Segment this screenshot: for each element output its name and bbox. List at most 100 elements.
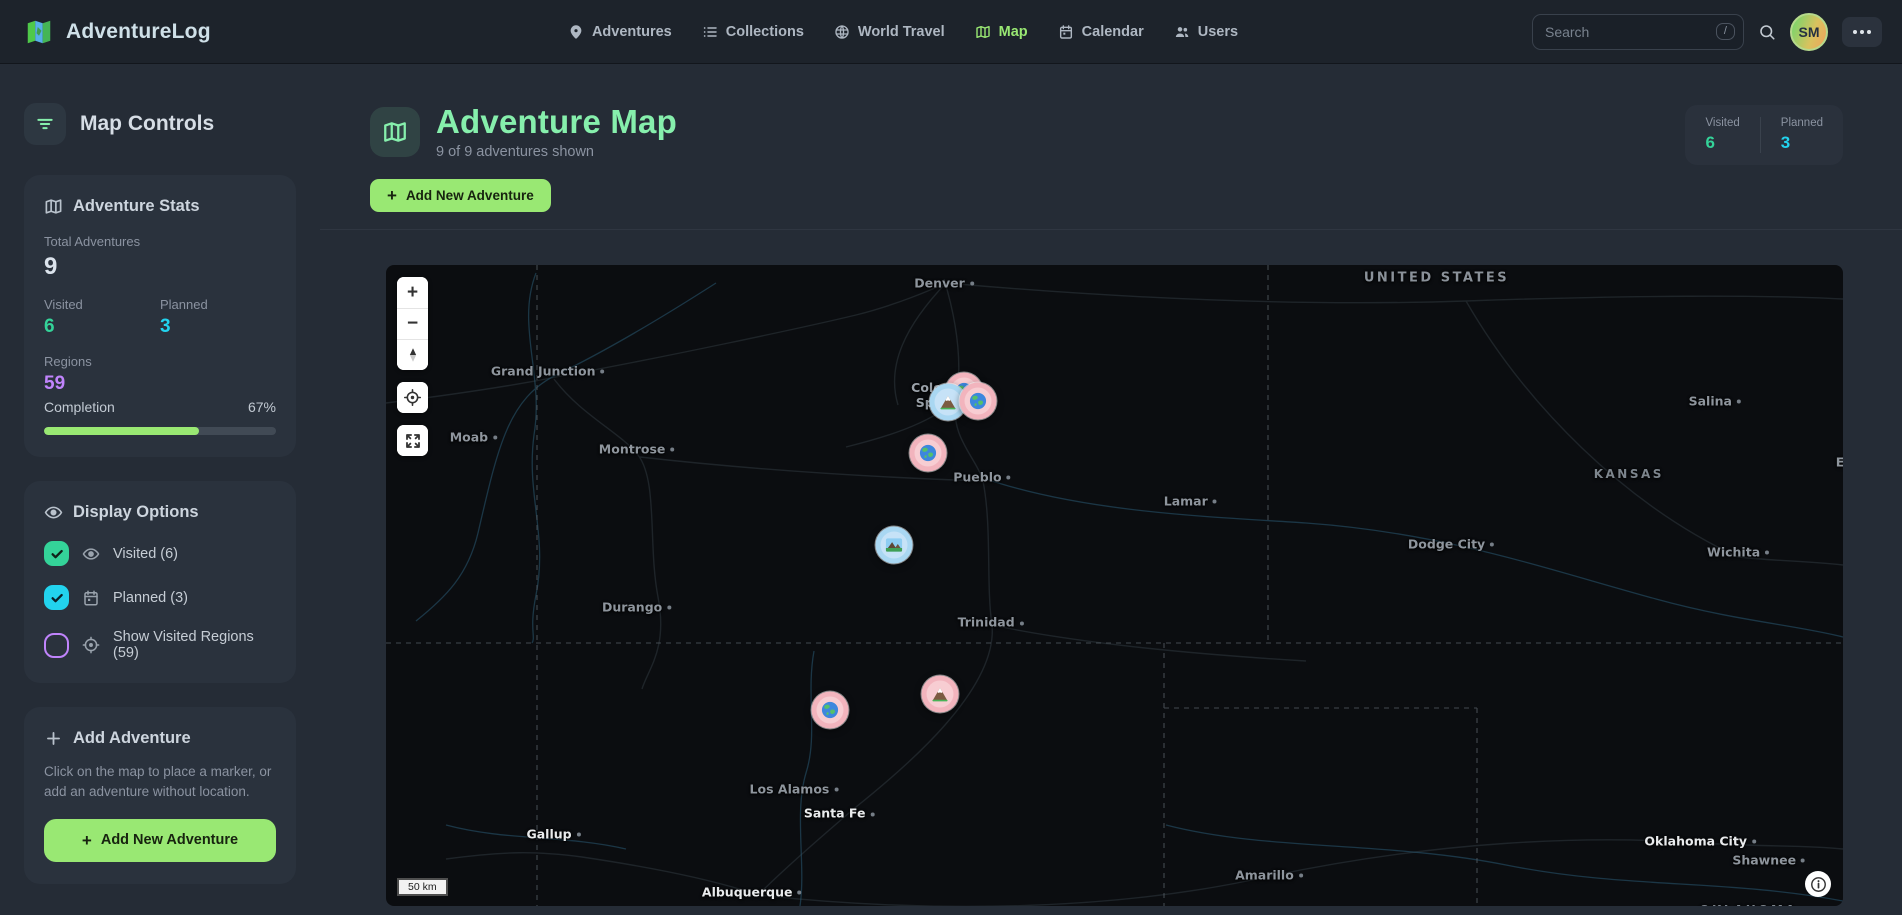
stats-card-title: Adventure Stats	[73, 197, 200, 216]
total-adventures-label: Total Adventures	[44, 234, 276, 249]
attribution-button[interactable]	[1805, 871, 1831, 897]
zoom-in-button[interactable]: +	[397, 277, 428, 308]
toggle-planned[interactable]: Planned (3)	[44, 585, 276, 610]
add-new-adventure-button-sidebar[interactable]: + Add New Adventure	[44, 819, 276, 862]
map-label: Amarillo	[1235, 867, 1303, 882]
eye-icon	[82, 545, 100, 563]
search-icon	[1758, 23, 1776, 41]
compass-icon	[404, 346, 422, 364]
add-new-adventure-button[interactable]: + Add New Adventure	[370, 179, 551, 212]
calendar-icon	[1058, 24, 1074, 40]
search-shortcut-kbd: /	[1716, 23, 1735, 40]
add-adventure-card: Add Adventure Click on the map to place …	[24, 707, 296, 884]
nav-item-world-travel[interactable]: World Travel	[834, 24, 945, 40]
locate-button[interactable]	[397, 382, 428, 413]
locate-icon	[403, 388, 422, 407]
info-icon	[1810, 876, 1827, 893]
map-marker-globe[interactable]	[959, 382, 996, 419]
counter-planned-label: Planned	[1781, 117, 1823, 129]
map-label: Moab	[450, 429, 497, 444]
map-icon	[382, 119, 408, 145]
globe-icon	[834, 24, 850, 40]
main-content: Adventure Map 9 of 9 adventures shown Vi…	[320, 64, 1902, 915]
calendar-icon	[82, 589, 100, 607]
map-label: Gallup	[526, 826, 580, 841]
map-label: Grand Junction	[491, 363, 605, 378]
visited-checkbox[interactable]	[44, 541, 69, 566]
geolocate-control	[397, 382, 428, 413]
app-logo-icon	[24, 17, 54, 47]
toggle-visited[interactable]: Visited (6)	[44, 541, 276, 566]
filter-icon	[35, 114, 55, 134]
national-park-emoji-icon	[885, 536, 904, 555]
map-label: Los Alamos	[750, 781, 839, 796]
regions-label: Regions	[44, 354, 276, 369]
toggle-visited-regions[interactable]: Show Visited Regions (59)	[44, 629, 276, 661]
map-icon	[44, 197, 63, 216]
completion-value: 67%	[248, 399, 276, 415]
globe-emoji-icon	[968, 391, 987, 410]
mountain-emoji-icon	[930, 684, 949, 703]
filter-button[interactable]	[24, 103, 66, 145]
list-icon	[702, 24, 718, 40]
map-canvas[interactable]: UNITED STATESDenverGrand JunctionSalinaC…	[386, 265, 1843, 906]
visited-value: 6	[44, 316, 160, 338]
add-adventure-title: Add Adventure	[73, 729, 191, 748]
navbar: AdventureLog Adventures Collections Worl…	[0, 0, 1902, 64]
map-icon	[975, 24, 991, 40]
regions-value: 59	[44, 373, 276, 395]
counter-visited-value: 6	[1705, 133, 1739, 153]
app-title: AdventureLog	[66, 20, 211, 44]
sidebar: Map Controls Adventure Stats Total Adven…	[0, 64, 320, 915]
visited-label: Visited	[44, 297, 160, 312]
overflow-menu-button[interactable]	[1842, 17, 1882, 47]
map-label: Wichita	[1707, 544, 1769, 559]
map-label: Salina	[1689, 393, 1741, 408]
search-input[interactable]	[1545, 24, 1716, 40]
map-label: Pueblo	[953, 469, 1010, 484]
map-label: Oklahoma City	[1644, 833, 1756, 848]
map-marker-globe[interactable]	[812, 691, 849, 728]
map-marker-globe[interactable]	[910, 434, 947, 471]
map-label: Lamar	[1164, 493, 1217, 508]
planned-value: 3	[160, 316, 276, 338]
nav-item-adventures[interactable]: Adventures	[568, 24, 672, 40]
map-label: KANSAS	[1594, 467, 1664, 481]
map-label: Denver	[914, 275, 974, 290]
planned-label: Planned	[160, 297, 276, 312]
map-label: Santa Fe	[804, 806, 875, 821]
nav-item-collections[interactable]: Collections	[702, 24, 804, 40]
map-label: UNITED STATES	[1364, 270, 1509, 285]
avatar[interactable]: SM	[1790, 13, 1828, 51]
nav-item-users[interactable]: Users	[1174, 24, 1238, 40]
planned-option-label: Planned (3)	[113, 590, 188, 606]
add-adventure-description: Click on the map to place a marker, or a…	[44, 762, 276, 803]
planned-checkbox[interactable]	[44, 585, 69, 610]
display-options-card: Display Options Visited (6) Planned (3)	[24, 481, 296, 683]
fullscreen-icon	[404, 432, 422, 450]
map-label: Durango	[602, 599, 671, 614]
primary-nav: Adventures Collections World Travel Map …	[568, 24, 1238, 40]
search-box: /	[1532, 14, 1744, 50]
fullscreen-control	[397, 425, 428, 456]
display-options-title: Display Options	[73, 503, 199, 522]
nav-item-calendar[interactable]: Calendar	[1058, 24, 1144, 40]
plus-icon: +	[82, 832, 92, 849]
sidebar-title: Map Controls	[80, 112, 214, 136]
map-label: Montrose	[599, 441, 675, 456]
nav-item-map[interactable]: Map	[975, 24, 1028, 40]
compass-button[interactable]	[397, 339, 428, 370]
visited-option-label: Visited (6)	[113, 546, 178, 562]
counter-planned-value: 3	[1781, 133, 1823, 153]
map-label: Trinidad	[958, 615, 1024, 630]
mountain-emoji-icon	[939, 392, 958, 411]
search-button[interactable]	[1758, 23, 1776, 41]
zoom-out-button[interactable]: −	[397, 308, 428, 339]
page-subtitle: 9 of 9 adventures shown	[436, 144, 677, 160]
fullscreen-button[interactable]	[397, 425, 428, 456]
map-marker-mountain[interactable]	[921, 675, 958, 712]
users-icon	[1174, 24, 1190, 40]
regions-checkbox[interactable]	[44, 633, 69, 658]
map-label: OKLAHOMA	[1699, 903, 1797, 906]
map-marker-park[interactable]	[876, 527, 913, 564]
